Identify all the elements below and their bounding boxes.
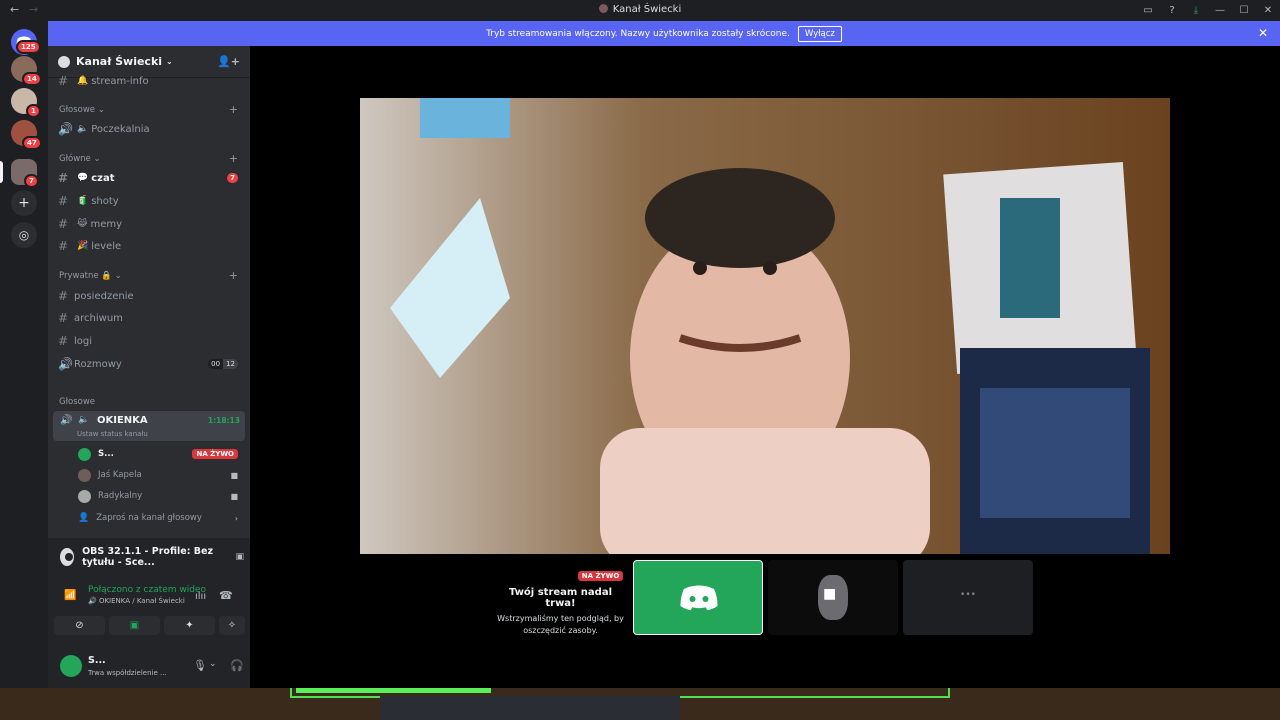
invite-people-icon[interactable]: 👤+ — [217, 55, 240, 68]
window-titlebar: ← → Kanał Świecki ▭ ? ⤓ — ☐ ✕ — [0, 0, 1280, 21]
category-glosowe[interactable]: Głosowe — [59, 397, 95, 407]
stream-paused-title: Twój stream nadal trwa! — [508, 587, 613, 609]
voice-channel-icon: 🔊 — [60, 415, 73, 426]
user-area: S... Trwa współdzielenie ... 🎙 ⌄ 🎧 ⚙ — [53, 650, 275, 682]
avatar — [78, 447, 91, 461]
add-server-icon[interactable]: + — [11, 190, 37, 216]
video-frame — [360, 98, 1170, 554]
participant-tile[interactable]: ■ — [768, 560, 898, 635]
server-badge: 47 — [22, 136, 42, 150]
download-icon[interactable]: ⤓ — [1184, 5, 1208, 16]
window-title: Kanał Świecki — [0, 4, 1280, 15]
background-strip — [0, 688, 1280, 720]
camera-icon: ■ — [230, 470, 238, 480]
minimize-icon[interactable]: — — [1208, 5, 1232, 16]
banner-text: Tryb streamowania włączony. Nazwy użytko… — [486, 28, 790, 39]
disconnect-icon[interactable]: ☎ — [219, 589, 233, 602]
voice-user[interactable]: S... NA ŻYWO — [78, 445, 238, 463]
noise-suppression-icon[interactable]: ılıı — [195, 591, 206, 602]
unread-badge: 7 — [227, 173, 238, 183]
stream-paused-subtitle: Wstrzymaliśmy ten podgląd, by oszczędzić… — [497, 614, 624, 635]
home-badge: 125 — [16, 40, 41, 54]
add-channel-icon[interactable]: + — [229, 103, 238, 116]
add-user-icon: 👤 — [78, 513, 90, 523]
user-status: Trwa współdzielenie ... — [88, 669, 167, 677]
server-badge: 14 — [22, 72, 42, 86]
chevron-right-icon: › — [234, 513, 238, 523]
channel-levele[interactable]: # 🎉 levele — [53, 236, 245, 256]
live-badge: NA ŻYWO — [192, 449, 238, 459]
speaker-emoji: 🔈 — [78, 415, 90, 425]
connection-signal-icon[interactable]: 📶 — [64, 590, 76, 601]
channel-poczekalnia[interactable]: 🔊 🔈 Poczekalnia — [53, 119, 245, 139]
category-glowne[interactable]: Główne ⌄ — [59, 154, 101, 164]
selected-server-pill — [0, 161, 3, 183]
disable-streamer-mode-button[interactable]: Wyłącz — [797, 25, 842, 42]
discover-icon[interactable]: ◎ — [11, 222, 37, 248]
soundboard-button[interactable]: ✧ — [219, 616, 245, 635]
channel-rozmowy[interactable]: 🔊 Rozmowy 00 12 — [53, 354, 245, 374]
server-icon — [598, 4, 608, 13]
screen-share-button[interactable]: ▣ — [109, 616, 160, 635]
headphones-icon[interactable]: 🎧 — [230, 659, 244, 672]
microphone-icon[interactable]: 🎙 — [193, 659, 207, 672]
user-name: S... — [88, 655, 106, 666]
channel-shoty[interactable]: # 🧃 shoty — [53, 191, 245, 211]
stream-paused-notice: NA ŻYWO Twój stream nadal trwa! Wstrzyma… — [493, 563, 628, 637]
self-stream-tile[interactable] — [633, 560, 763, 635]
voice-user-limit: 00 12 — [208, 359, 238, 369]
camera-icon: ■ — [823, 586, 837, 602]
voice-user[interactable]: Jaś Kapela ■ — [78, 466, 238, 484]
streamer-mode-banner: Tryb streamowania włączony. Nazwy użytko… — [48, 21, 1280, 46]
more-participants-tile[interactable]: ••• — [903, 560, 1033, 635]
channel-posiedzenie[interactable]: # posiedzenie — [53, 286, 245, 306]
set-channel-status[interactable]: Ustaw status kanału — [77, 430, 148, 438]
stream-video[interactable] — [360, 98, 1170, 554]
chevron-down-icon[interactable]: ⌄ — [209, 659, 217, 669]
channel-memy[interactable]: # 😹 memy — [53, 214, 245, 234]
channel-okienka[interactable]: 🔊 🔈 OKIENKA 1:18:13 Ustaw status kanału — [53, 411, 245, 441]
discord-logo-icon — [680, 585, 718, 611]
server-icon — [58, 55, 70, 68]
voice-user[interactable]: Radykalny ■ — [78, 487, 238, 505]
server-badge: 1 — [26, 104, 41, 118]
channel-stream-info[interactable]: # 🔔 stream-info — [53, 71, 245, 91]
add-channel-icon[interactable]: + — [229, 152, 238, 165]
category-glosowe[interactable]: Głosowe ⌄ — [59, 105, 105, 115]
server-list: 125 14 1 47 7 + ◎ — [0, 21, 48, 688]
user-avatar[interactable] — [60, 655, 82, 677]
avatar — [78, 468, 91, 482]
server-name: Kanał Świecki — [76, 55, 163, 68]
stop-sharing-icon[interactable]: ▣ — [235, 552, 244, 562]
channel-czat[interactable]: # 💬 czat 7 — [53, 168, 245, 188]
obs-title: OBS 32.1.1 - Profile: Bez tytułu - Sce..… — [82, 546, 214, 568]
help-icon[interactable]: ? — [1160, 5, 1184, 16]
avatar — [78, 489, 91, 503]
channel-archiwum[interactable]: # archiwum — [53, 308, 245, 328]
obs-icon — [60, 548, 75, 566]
inbox-icon[interactable]: ▭ — [1136, 5, 1160, 16]
invite-to-voice[interactable]: 👤 Zaproś na kanał głosowy › — [78, 509, 238, 527]
connection-location[interactable]: 🔊 OKIENKA / Kanał Świecki — [88, 597, 185, 605]
connection-status: Połączono z czatem wideo — [88, 585, 207, 595]
add-channel-icon[interactable]: + — [229, 269, 238, 282]
channel-okienka-label: OKIENKA — [97, 415, 148, 426]
close-window-icon[interactable]: ✕ — [1256, 5, 1280, 16]
call-timer: 1:18:13 — [207, 416, 240, 425]
activities-button[interactable]: ✦ — [164, 616, 215, 635]
voice-panel: OBS 32.1.1 - Profile: Bez tytułu - Sce..… — [48, 538, 275, 688]
category-prywatne[interactable]: Prywatne 🔒 ⌄ — [59, 271, 122, 281]
channel-logi[interactable]: # logi — [53, 331, 245, 351]
camera-icon: ■ — [230, 491, 238, 501]
server-badge: 7 — [24, 174, 39, 188]
live-badge: NA ŻYWO — [577, 571, 624, 581]
camera-off-button[interactable]: ⊘ — [54, 616, 105, 635]
close-banner-icon[interactable]: ✕ — [1258, 26, 1268, 40]
maximize-icon[interactable]: ☐ — [1232, 5, 1256, 16]
obs-window-row[interactable]: OBS 32.1.1 - Profile: Bez tytułu - Sce..… — [60, 546, 244, 568]
